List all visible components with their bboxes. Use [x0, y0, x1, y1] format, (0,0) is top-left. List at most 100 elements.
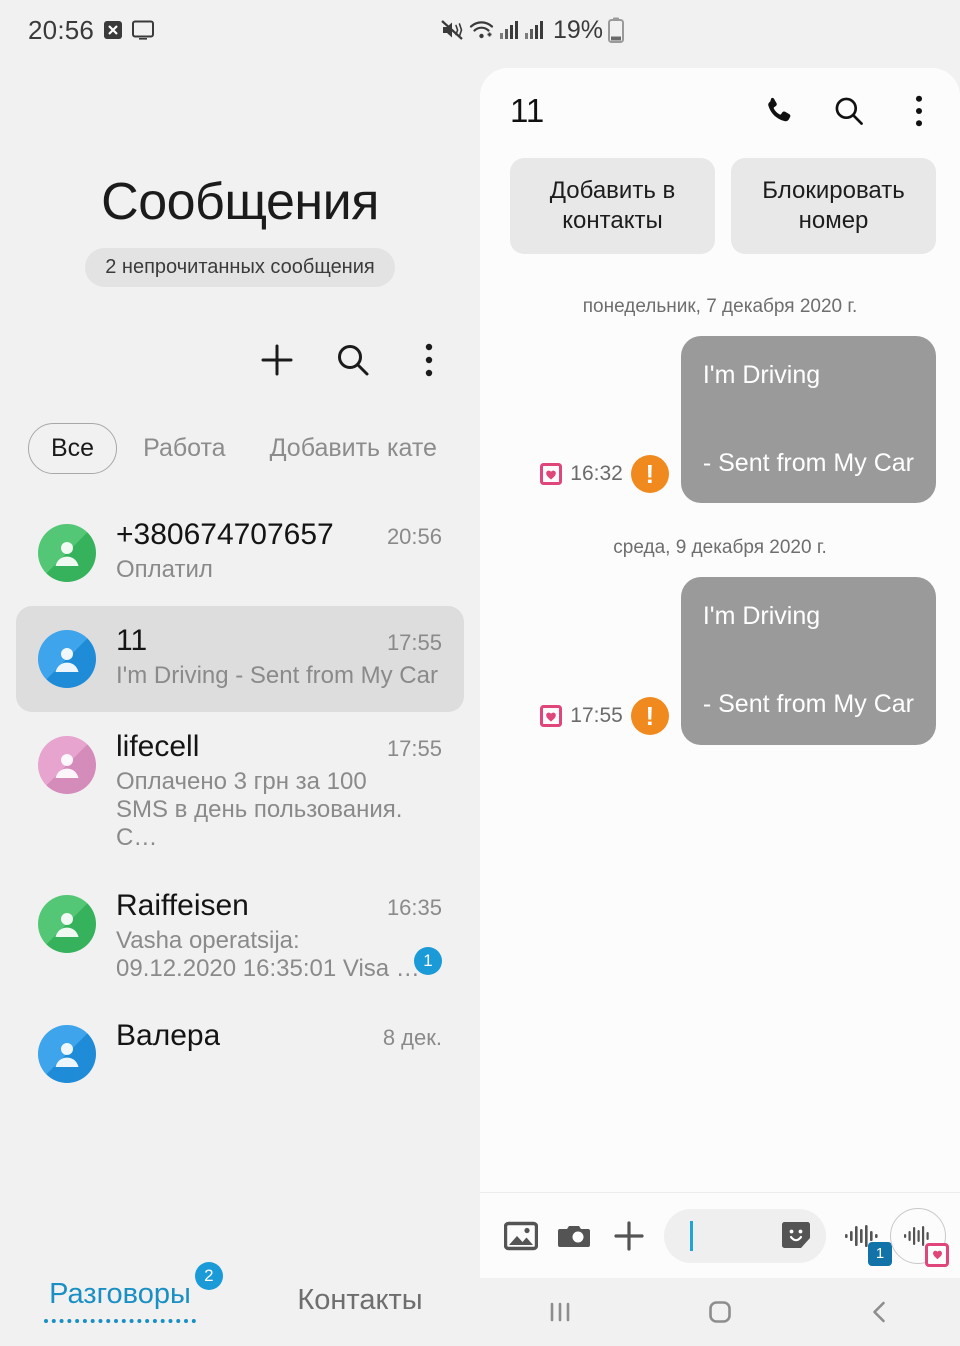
list-item-name: +380674707657	[116, 517, 334, 551]
x-badge-icon	[103, 20, 123, 40]
chip-work[interactable]: Работа	[125, 424, 244, 473]
avatar	[38, 629, 96, 688]
tab-conversations[interactable]: Разговоры 2	[0, 1261, 240, 1323]
plus-icon	[257, 340, 297, 380]
conversation-header-actions	[758, 90, 940, 132]
compose-bar: 1	[480, 1192, 960, 1278]
bottom-tab-bar: Разговоры 2 Контакты	[0, 1254, 480, 1346]
camera-icon	[558, 1222, 592, 1250]
chip-all[interactable]: Все	[28, 422, 118, 474]
camera-button[interactable]	[548, 1209, 602, 1263]
recents-icon	[547, 1299, 573, 1325]
call-icon	[762, 94, 796, 128]
message-row[interactable]: 16:32 ! I'm Driving - Sent from My Car	[504, 336, 936, 504]
list-item-top: lifecell 17:55	[116, 730, 442, 764]
message-meta: 16:32 !	[540, 455, 669, 503]
monitor-icon	[132, 20, 155, 40]
voice-send-sim2-button[interactable]	[890, 1207, 949, 1267]
list-toolbar	[0, 287, 480, 381]
conversation-search-button[interactable]	[828, 90, 870, 132]
more-vertical-icon	[914, 94, 924, 128]
message-bubble[interactable]: I'm Driving - Sent from My Car	[680, 577, 936, 745]
search-icon	[832, 94, 866, 128]
block-number-button[interactable]: Блокировать номер	[731, 158, 936, 254]
status-clock: 20:56	[28, 14, 95, 45]
avatar	[38, 1025, 96, 1084]
list-item-time: 8 дек.	[382, 1025, 442, 1051]
date-separator: понедельник, 7 декабря 2020 г.	[582, 296, 858, 317]
signal-bars-icon	[499, 20, 519, 40]
list-item[interactable]: Raiffeisen 16:35 Vasha operatsija: 09.12…	[16, 871, 464, 1002]
sim-heart-icon	[540, 463, 563, 486]
list-item-snippet: Оплатил	[116, 555, 213, 583]
message-failed-icon[interactable]: !	[630, 455, 669, 494]
sim-heart-icon	[540, 704, 563, 727]
list-item-body: Raiffeisen 16:35 Vasha operatsija: 09.12…	[116, 889, 442, 984]
text-caret	[690, 1220, 693, 1251]
add-attachment-button[interactable]	[602, 1209, 656, 1263]
list-item-body: Валера 8 дек.	[116, 1019, 442, 1057]
home-button[interactable]	[688, 1288, 752, 1336]
date-separator: среда, 9 декабря 2020 г.	[613, 537, 827, 559]
status-bar: 20:56 19%	[0, 0, 960, 60]
wifi-icon	[469, 19, 494, 41]
messages-list-pane: Сообщения 2 непрочитанных сообщения Все …	[0, 60, 480, 1346]
conversation-list: +380674707657 20:56 Оплатил 11 17:55 I'm…	[0, 500, 480, 1108]
unread-count-pill: 2 непрочитанных сообщения	[85, 247, 395, 287]
tab-contacts-label: Контакты	[297, 1283, 423, 1316]
sim-heart-icon	[925, 1242, 949, 1267]
battery-percent: 19%	[553, 15, 604, 44]
more-vertical-icon	[424, 342, 434, 378]
battery-icon	[608, 17, 625, 43]
conversation-title: 11	[510, 92, 545, 129]
chip-add-category[interactable]: Добавить кате	[252, 424, 455, 473]
sticker-icon[interactable]	[780, 1221, 812, 1251]
avatar	[38, 523, 96, 582]
new-conversation-button[interactable]	[256, 339, 298, 381]
list-item-snippet: Оплачено 3 грн за 100 SMS в день пользов…	[116, 767, 403, 852]
message-input[interactable]	[664, 1208, 826, 1263]
list-item-body: lifecell 17:55 Оплачено 3 грн за 100 SMS…	[116, 730, 442, 853]
conversation-more-button[interactable]	[898, 90, 940, 132]
list-item-top: 11 17:55	[116, 624, 442, 658]
more-options-button[interactable]	[408, 339, 450, 381]
avatar	[38, 894, 96, 953]
message-time: 16:32	[570, 462, 623, 486]
tab-conversations-label: Разговоры	[49, 1277, 191, 1310]
back-icon	[867, 1299, 893, 1325]
message-failed-icon[interactable]: !	[630, 696, 669, 735]
message-row[interactable]: 17:55 ! I'm Driving - Sent from My Car	[504, 577, 936, 745]
list-item[interactable]: 11 17:55 I'm Driving - Sent from My Car	[16, 605, 464, 712]
list-item-time: 17:55	[386, 735, 442, 761]
conversation-pane: 11 Добавить в контакты Блокировать номер…	[480, 68, 960, 1278]
system-nav-bar	[480, 1278, 960, 1346]
list-item-time: 16:35	[386, 894, 442, 920]
messages-title-area: Сообщения 2 непрочитанных сообщения	[0, 60, 480, 287]
list-item-top: Валера 8 дек.	[116, 1019, 442, 1053]
tab-conversations-badge: 2	[194, 1261, 223, 1290]
list-item-top: +380674707657 20:56	[116, 518, 442, 552]
list-item-top: Raiffeisen 16:35	[116, 889, 442, 923]
tab-contacts[interactable]: Контакты	[240, 1284, 480, 1317]
list-item[interactable]: +380674707657 20:56 Оплатил	[16, 500, 464, 606]
back-button[interactable]	[848, 1288, 912, 1336]
list-item-snippet: Vasha operatsija: 09.12.2020 16:35:01 Vi…	[116, 926, 420, 982]
list-item-body: +380674707657 20:56 Оплатил	[116, 518, 442, 584]
avatar	[38, 735, 96, 794]
search-button[interactable]	[332, 339, 374, 381]
home-icon	[707, 1299, 733, 1325]
list-item-name: Валера	[116, 1019, 221, 1053]
gallery-button[interactable]	[494, 1209, 548, 1263]
add-to-contacts-button[interactable]: Добавить в контакты	[510, 158, 715, 254]
list-item-name: lifecell	[116, 729, 200, 763]
tab-active-indicator	[44, 1318, 196, 1323]
voice-send-sim1-button[interactable]: 1	[834, 1208, 892, 1266]
status-bar-left: 20:56	[28, 14, 155, 46]
list-item[interactable]: Валера 8 дек.	[16, 1001, 464, 1107]
list-item-time: 17:55	[386, 629, 442, 655]
list-item-snippet: I'm Driving - Sent from My Car	[116, 661, 438, 689]
message-bubble[interactable]: I'm Driving - Sent from My Car	[680, 336, 936, 504]
recents-button[interactable]	[528, 1288, 592, 1336]
call-button[interactable]	[758, 90, 800, 132]
list-item[interactable]: lifecell 17:55 Оплачено 3 грн за 100 SMS…	[16, 712, 464, 871]
